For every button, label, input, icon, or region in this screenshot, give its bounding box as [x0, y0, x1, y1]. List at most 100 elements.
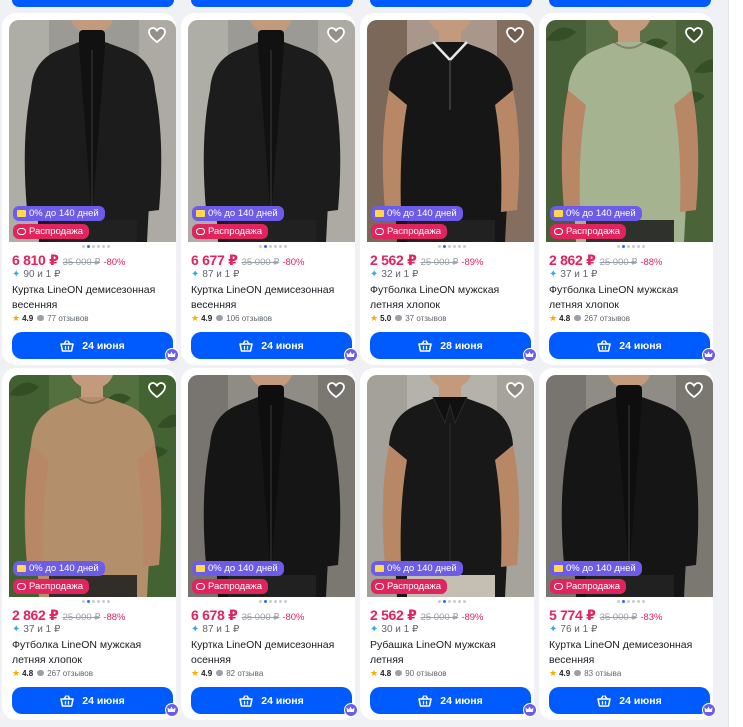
favorite-heart-icon[interactable]: [148, 382, 166, 398]
discount-percent: -89%: [461, 612, 484, 623]
price-line: 2 862 ₽25 000 ₽ -88%: [549, 252, 663, 270]
reviews-icon: [37, 670, 45, 676]
photo-pager-dots[interactable]: [259, 245, 289, 249]
favorite-heart-icon[interactable]: [327, 27, 345, 43]
product-title[interactable]: Куртка LineON демисезонная осенняя: [191, 638, 351, 668]
photo-pager-dots[interactable]: [82, 245, 112, 249]
page-scroll-edge: [728, 0, 743, 727]
discount-percent: -88%: [103, 612, 126, 623]
pager-dot: [97, 600, 100, 603]
product-photo[interactable]: 0% до 140 дней Распродажа: [9, 20, 176, 242]
photo-pager-dots[interactable]: [438, 245, 468, 249]
bonus-points-text: 37 и 1 ₽: [23, 624, 61, 635]
basket-icon: [60, 694, 75, 707]
star-icon: ★: [12, 313, 21, 323]
discount-percent: -83%: [640, 612, 663, 623]
product-card[interactable]: 0% до 140 дней Распродажа 6 677 ₽35 000 …: [181, 13, 358, 365]
product-title[interactable]: Футболка LineON мужская летняя хлопок: [370, 283, 530, 313]
pager-dot: [637, 600, 640, 603]
photo-pager-dots[interactable]: [82, 600, 112, 604]
card-icon: [375, 564, 384, 572]
favorite-heart-icon[interactable]: [685, 382, 703, 398]
delivery-date: 24 июня: [261, 694, 304, 707]
rating-line[interactable]: ★ 5.0 37 отзывов: [370, 313, 447, 324]
discount-percent: -80%: [282, 257, 305, 268]
product-title[interactable]: Футболка LineON мужская летняя хлопок: [549, 283, 709, 313]
current-price: 6 810 ₽: [12, 252, 59, 268]
add-to-cart-button[interactable]: 24 июня: [191, 332, 352, 359]
reviews-count: 267 отзывов: [47, 669, 93, 678]
pager-dot: [264, 245, 267, 248]
favorite-heart-icon[interactable]: [685, 27, 703, 43]
product-photo[interactable]: 0% до 140 дней Распродажа: [188, 20, 355, 242]
reviews-icon: [395, 315, 403, 321]
product-card[interactable]: 0% до 140 дней Распродажа 6 810 ₽35 000 …: [2, 13, 179, 365]
favorite-heart-icon[interactable]: [327, 382, 345, 398]
previous-buy-button[interactable]: [370, 0, 532, 7]
product-photo[interactable]: 0% до 140 дней Распродажа: [367, 375, 534, 597]
rating-line[interactable]: ★ 4.8 90 отзывов: [370, 668, 447, 679]
pager-dot: [92, 600, 95, 603]
product-photo[interactable]: 0% до 140 дней Распродажа: [546, 20, 713, 242]
rating-line[interactable]: ★ 4.9 82 отзыва: [191, 668, 263, 679]
product-title[interactable]: Куртка LineON демисезонная весенняя: [549, 638, 709, 668]
photo-pager-dots[interactable]: [617, 600, 647, 604]
add-to-cart-button[interactable]: 24 июня: [549, 687, 710, 714]
product-card[interactable]: 0% до 140 дней Распродажа 2 562 ₽25 000 …: [360, 368, 537, 720]
discount-percent: -80%: [282, 612, 305, 623]
product-title[interactable]: Куртка LineON демисезонная весенняя: [12, 283, 172, 313]
favorite-heart-icon[interactable]: [506, 382, 524, 398]
product-title[interactable]: Куртка LineON демисезонная весенняя: [191, 283, 351, 313]
rating-line[interactable]: ★ 4.9 83 отзыва: [549, 668, 621, 679]
bonus-points: ✦ 76 и 1 ₽: [549, 624, 597, 635]
product-card[interactable]: 0% до 140 дней Распродажа 2 562 ₽25 000 …: [360, 13, 537, 365]
favorite-heart-icon[interactable]: [506, 27, 524, 43]
pager-dot: [463, 600, 466, 603]
photo-pager-dots[interactable]: [617, 245, 647, 249]
installment-badge: 0% до 140 дней: [13, 561, 105, 576]
product-photo[interactable]: 0% до 140 дней Распродажа: [367, 20, 534, 242]
previous-buy-button[interactable]: [549, 0, 711, 7]
rating-line[interactable]: ★ 4.9 106 отзывов: [191, 313, 272, 324]
add-to-cart-button[interactable]: 24 июня: [12, 687, 173, 714]
installment-badge: 0% до 140 дней: [192, 561, 284, 576]
price-line: 6 677 ₽35 000 ₽ -80%: [191, 252, 305, 270]
add-to-cart-button[interactable]: 24 июня: [191, 687, 352, 714]
product-title[interactable]: Рубашка LineON мужская летняя: [370, 638, 530, 668]
previous-buy-button[interactable]: [12, 0, 174, 7]
add-to-cart-button[interactable]: 24 июня: [12, 332, 173, 359]
product-card[interactable]: 0% до 140 дней Распродажа 2 862 ₽25 000 …: [539, 13, 716, 365]
rating-value: 4.9: [559, 669, 571, 678]
old-price: 35 000 ₽: [241, 612, 280, 623]
product-photo[interactable]: 0% до 140 дней Распродажа: [546, 375, 713, 597]
photo-pager-dots[interactable]: [259, 600, 289, 604]
product-title[interactable]: Футболка LineON мужская летняя хлопок: [12, 638, 172, 668]
basket-icon: [418, 339, 433, 352]
reviews-icon: [574, 670, 582, 676]
rating-line[interactable]: ★ 4.8 267 отзывов: [12, 668, 93, 679]
add-to-cart-button[interactable]: 28 июня: [370, 332, 531, 359]
bonus-points-text: 37 и 1 ₽: [560, 269, 598, 280]
star-icon: ★: [370, 668, 379, 678]
product-card[interactable]: 0% до 140 дней Распродажа 6 678 ₽35 000 …: [181, 368, 358, 720]
add-to-cart-button[interactable]: 24 июня: [370, 687, 531, 714]
product-card[interactable]: 0% до 140 дней Распродажа 5 774 ₽35 000 …: [539, 368, 716, 720]
price-line: 5 774 ₽35 000 ₽ -83%: [549, 607, 663, 625]
card-icon: [554, 564, 563, 572]
card-icon: [554, 209, 563, 217]
pager-dot: [279, 600, 282, 603]
favorite-heart-icon[interactable]: [148, 27, 166, 43]
sale-badge: Распродажа: [550, 579, 627, 594]
rating-line[interactable]: ★ 4.8 267 отзывов: [549, 313, 630, 324]
pager-dot: [107, 245, 110, 248]
product-card[interactable]: 0% до 140 дней Распродажа 2 862 ₽25 000 …: [2, 368, 179, 720]
add-to-cart-button[interactable]: 24 июня: [549, 332, 710, 359]
pager-dot: [274, 600, 277, 603]
pager-dot: [617, 600, 620, 603]
product-photo[interactable]: 0% до 140 дней Распродажа: [188, 375, 355, 597]
product-photo[interactable]: 0% до 140 дней Распродажа: [9, 375, 176, 597]
bonus-star-icon: ✦: [191, 269, 200, 280]
previous-buy-button[interactable]: [191, 0, 353, 7]
photo-pager-dots[interactable]: [438, 600, 468, 604]
rating-line[interactable]: ★ 4.9 77 отзывов: [12, 313, 89, 324]
